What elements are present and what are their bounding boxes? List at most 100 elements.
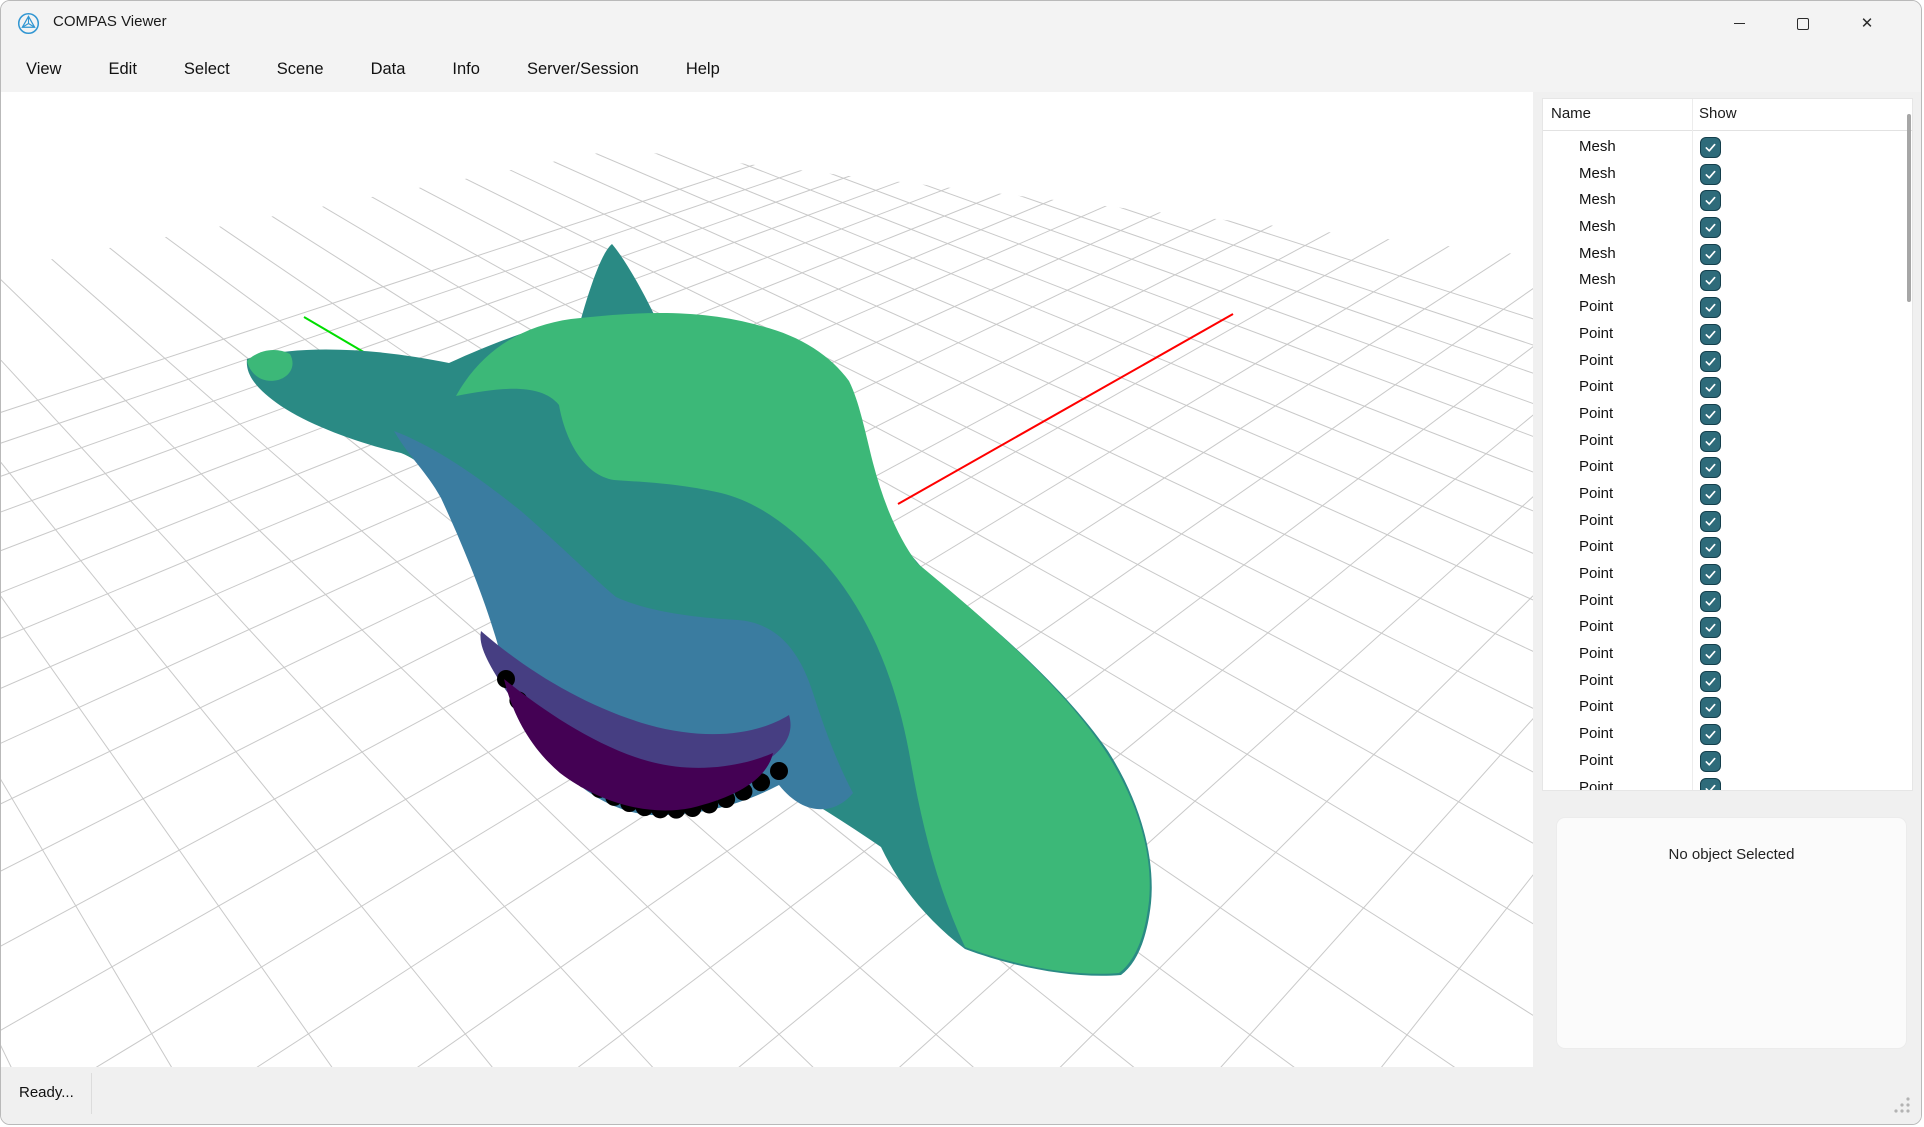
show-checkbox[interactable] [1700,457,1721,478]
table-row[interactable]: Point [1543,695,1912,722]
table-row[interactable]: Point [1543,749,1912,776]
row-name: Mesh [1579,245,1616,262]
show-checkbox[interactable] [1700,564,1721,585]
checkmark-icon [1703,781,1718,792]
show-checkbox[interactable] [1700,297,1721,318]
table-row[interactable]: Mesh [1543,135,1912,162]
sidebar: Name Show Mesh Mesh [1533,92,1922,1069]
table-row[interactable]: Point [1543,482,1912,509]
checkmark-icon [1703,674,1718,689]
show-checkbox[interactable] [1700,724,1721,745]
show-checkbox[interactable] [1700,591,1721,612]
checkmark-icon [1703,620,1718,635]
menu-item-edit[interactable]: Edit [108,60,136,79]
table-row[interactable]: Point [1543,429,1912,456]
checkmark-icon [1703,540,1718,555]
checkmark-icon [1703,193,1718,208]
show-checkbox[interactable] [1700,644,1721,665]
row-name: Point [1579,352,1613,369]
table-row[interactable]: Point [1543,589,1912,616]
row-name: Point [1579,618,1613,635]
show-checkbox[interactable] [1700,431,1721,452]
row-name: Point [1579,458,1613,475]
menu-item-select[interactable]: Select [184,60,230,79]
table-row[interactable]: Point [1543,349,1912,376]
show-checkbox[interactable] [1700,377,1721,398]
show-checkbox[interactable] [1700,137,1721,158]
viewport-3d[interactable] [1,92,1533,1069]
scene-tree-rows: Mesh Mesh [1543,130,1912,790]
checkmark-icon [1703,220,1718,235]
checkmark-icon [1703,647,1718,662]
row-name: Point [1579,298,1613,315]
menu-item-info[interactable]: Info [452,60,480,79]
show-checkbox[interactable] [1700,190,1721,211]
resize-grip[interactable] [1891,1094,1913,1116]
show-checkbox[interactable] [1700,697,1721,718]
table-row[interactable]: Mesh [1543,268,1912,295]
show-checkbox[interactable] [1700,484,1721,505]
table-row[interactable]: Point [1543,615,1912,642]
table-row[interactable]: Point [1543,455,1912,482]
table-row[interactable]: Point [1543,642,1912,669]
checkmark-icon [1703,273,1718,288]
close-icon: ✕ [1861,16,1874,31]
show-checkbox[interactable] [1700,351,1721,372]
menu-item-help[interactable]: Help [686,60,720,79]
checkmark-icon [1703,247,1718,262]
menu-item-server-session[interactable]: Server/Session [527,60,639,79]
scene-tree: Name Show Mesh Mesh [1542,98,1913,791]
show-checkbox[interactable] [1700,270,1721,291]
show-checkbox[interactable] [1700,324,1721,345]
x-axis-line [898,314,1233,504]
row-name: Mesh [1579,165,1616,182]
scrollbar-thumb[interactable] [1907,114,1911,302]
show-checkbox[interactable] [1700,164,1721,185]
table-row[interactable]: Point [1543,322,1912,349]
checkmark-icon [1703,354,1718,369]
status-bar: Ready... [1,1067,1921,1124]
menu-item-view[interactable]: View [26,60,61,79]
show-column-header: Show [1699,105,1737,122]
table-row[interactable]: Point [1543,722,1912,749]
table-row[interactable]: Point [1543,295,1912,322]
checkmark-icon [1703,407,1718,422]
show-checkbox[interactable] [1700,671,1721,692]
show-checkbox[interactable] [1700,751,1721,772]
table-row[interactable]: Point [1543,669,1912,696]
table-row[interactable]: Mesh [1543,242,1912,269]
row-name: Point [1579,432,1613,449]
maximize-button[interactable] [1771,1,1835,46]
checkmark-icon [1703,380,1718,395]
mesh-object[interactable] [247,244,1152,976]
no-selection-message: No object Selected [1557,846,1906,863]
minimize-icon [1734,23,1745,24]
table-row[interactable]: Point [1543,562,1912,589]
row-name: Point [1579,725,1613,742]
show-checkbox[interactable] [1700,778,1721,792]
status-separator [91,1073,92,1114]
show-checkbox[interactable] [1700,217,1721,238]
window-title: COMPAS Viewer [53,13,167,30]
menu-item-scene[interactable]: Scene [277,60,324,79]
show-checkbox[interactable] [1700,244,1721,265]
show-checkbox[interactable] [1700,511,1721,532]
table-row[interactable]: Point [1543,776,1912,792]
table-row[interactable]: Point [1543,535,1912,562]
table-row[interactable]: Point [1543,375,1912,402]
table-row[interactable]: Point [1543,402,1912,429]
table-row[interactable]: Mesh [1543,162,1912,189]
table-row[interactable]: Mesh [1543,215,1912,242]
show-checkbox[interactable] [1700,537,1721,558]
row-name: Point [1579,752,1613,769]
table-row[interactable]: Point [1543,509,1912,536]
minimize-button[interactable] [1707,1,1771,46]
close-button[interactable]: ✕ [1835,1,1899,46]
menu-item-data[interactable]: Data [371,60,406,79]
scene-tree-header: Name Show [1543,99,1912,131]
show-checkbox[interactable] [1700,617,1721,638]
show-checkbox[interactable] [1700,404,1721,425]
checkmark-icon [1703,300,1718,315]
checkmark-icon [1703,727,1718,742]
table-row[interactable]: Mesh [1543,188,1912,215]
